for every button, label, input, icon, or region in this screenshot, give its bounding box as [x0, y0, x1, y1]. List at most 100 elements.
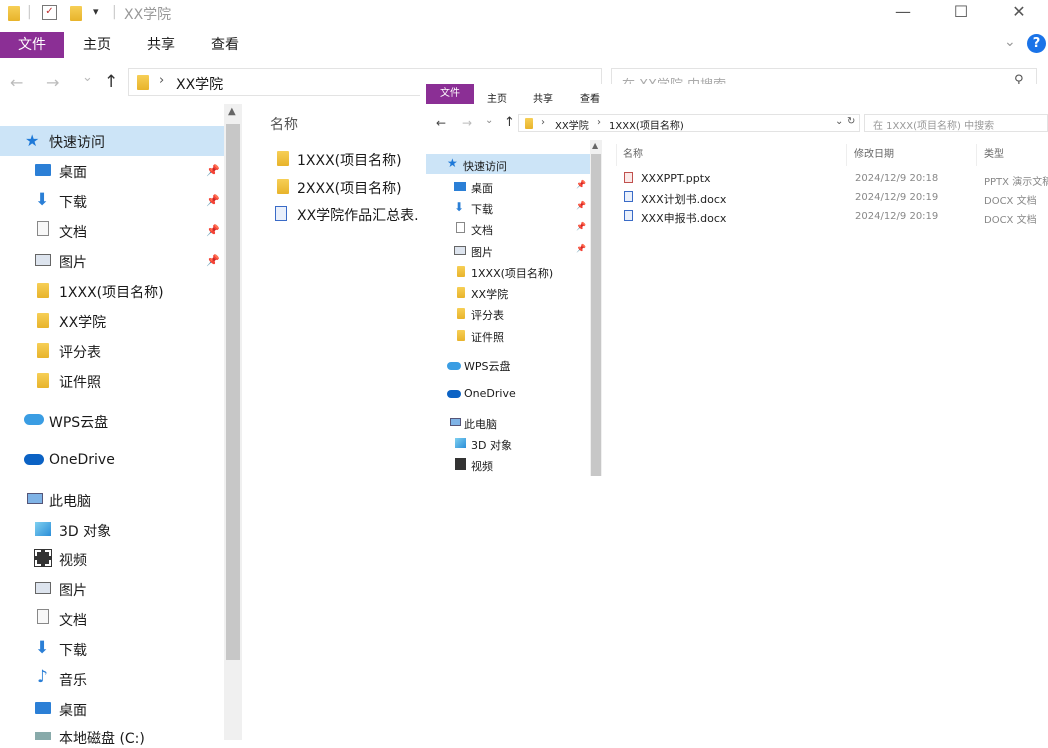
customize-toolbar-icon[interactable]: ▾: [93, 5, 99, 18]
sidebar-item-music[interactable]: 音乐: [59, 670, 87, 690]
3d-objects-icon: [455, 438, 466, 448]
sidebar-item-downloads[interactable]: 下载: [59, 192, 87, 212]
tab-home[interactable]: 主页: [70, 32, 124, 58]
sidebar-item-downloads[interactable]: 下载: [471, 201, 493, 217]
breadcrumb-item[interactable]: XX学院: [555, 117, 589, 132]
document-icon: [37, 221, 49, 236]
pin-icon[interactable]: 📌: [576, 222, 586, 231]
breadcrumb-item[interactable]: 1XXX(项目名称): [609, 117, 684, 132]
table-row[interactable]: XXXPPT.pptx 2024/12/9 20:18 PPTX 演示文稿: [618, 170, 1048, 188]
sidebar-item-pictures[interactable]: 图片: [59, 252, 87, 272]
maximize-button[interactable]: ☐: [938, 0, 984, 26]
column-header-date[interactable]: 修改日期: [854, 145, 894, 160]
sidebar-item-folder[interactable]: XX学院: [471, 286, 508, 302]
sidebar-item-desktop[interactable]: 桌面: [59, 162, 87, 182]
refresh-icon[interactable]: ↻: [847, 116, 855, 127]
search-input[interactable]: 在 1XXX(项目名称) 中搜索: [873, 117, 994, 132]
sidebar-item-folder[interactable]: 证件照: [59, 372, 101, 392]
scroll-thumb[interactable]: [226, 124, 240, 660]
tab-view[interactable]: 查看: [198, 32, 252, 58]
tab-file[interactable]: 文件: [0, 32, 64, 58]
sidebar-item-3d[interactable]: 3D 对象: [59, 521, 111, 541]
file-name[interactable]: XXXPPT.pptx: [641, 172, 711, 185]
sidebar-item-this-pc[interactable]: 此电脑: [464, 416, 497, 432]
recent-locations-button[interactable]: ⌄: [82, 70, 93, 85]
tab-view[interactable]: 查看: [580, 90, 600, 105]
picture-icon: [35, 582, 51, 594]
sidebar-item-folder[interactable]: 评分表: [471, 307, 504, 323]
sidebar-item-folder[interactable]: XX学院: [59, 312, 106, 332]
sidebar-item-quick-access[interactable]: 快速访问: [49, 132, 105, 152]
sidebar-item-onedrive[interactable]: OneDrive: [49, 452, 115, 468]
help-icon[interactable]: ?: [1027, 34, 1046, 53]
back-button[interactable]: ←: [436, 116, 446, 130]
recent-locations-button[interactable]: ⌄: [485, 115, 493, 126]
sidebar-item-videos[interactable]: 视频: [59, 550, 87, 570]
pin-icon[interactable]: 📌: [206, 224, 220, 237]
chevron-down-icon[interactable]: ⌄: [835, 116, 843, 127]
sidebar-item-wps[interactable]: WPS云盘: [464, 358, 511, 374]
sidebar-item-3d[interactable]: 3D 对象: [471, 437, 512, 453]
sidebar-item-folder[interactable]: 1XXX(项目名称): [471, 265, 553, 281]
close-button[interactable]: ✕: [996, 0, 1042, 26]
sidebar-item-desktop-pc[interactable]: 桌面: [59, 700, 87, 720]
table-row[interactable]: XXX计划书.docx 2024/12/9 20:19 DOCX 文档: [618, 189, 1048, 207]
pin-icon[interactable]: 📌: [576, 180, 586, 189]
scroll-up-icon[interactable]: ▲: [592, 141, 598, 150]
drive-icon: [35, 732, 51, 740]
sidebar-item-downloads-pc[interactable]: 下载: [59, 640, 87, 660]
pin-icon[interactable]: 📌: [576, 201, 586, 210]
desktop-icon: [35, 164, 51, 176]
tab-share[interactable]: 共享: [533, 90, 553, 105]
address-bar[interactable]: › XX学院 › 1XXX(项目名称) ⌄ ↻: [518, 114, 860, 132]
back-button[interactable]: ←: [10, 73, 23, 92]
computer-icon: [450, 418, 461, 426]
new-folder-icon[interactable]: [70, 6, 82, 21]
tab-file[interactable]: 文件: [426, 84, 474, 104]
column-header-name[interactable]: 名称: [623, 145, 643, 160]
sidebar-item-folder[interactable]: 1XXX(项目名称): [59, 282, 164, 302]
tab-share[interactable]: 共享: [134, 32, 188, 58]
sidebar-item-pictures-pc[interactable]: 图片: [59, 580, 87, 600]
list-item[interactable]: 2XXX(项目名称): [297, 178, 402, 198]
sidebar-item-videos[interactable]: 视频: [471, 458, 493, 474]
pin-icon[interactable]: 📌: [206, 194, 220, 207]
onedrive-icon: [24, 454, 44, 465]
pin-icon[interactable]: 📌: [576, 244, 586, 253]
pin-icon[interactable]: 📌: [206, 254, 220, 267]
chevron-down-icon[interactable]: ⌄: [1004, 34, 1016, 50]
forward-button[interactable]: →: [462, 116, 472, 130]
minimize-button[interactable]: —: [880, 0, 926, 26]
forward-button[interactable]: →: [46, 73, 59, 92]
sidebar-item-folder[interactable]: 证件照: [471, 329, 504, 345]
breadcrumb[interactable]: XX学院: [176, 74, 223, 94]
column-header-type[interactable]: 类型: [984, 145, 1004, 160]
sidebar-item-documents[interactable]: 文档: [471, 222, 493, 238]
search-box[interactable]: 在 1XXX(项目名称) 中搜索: [864, 114, 1048, 132]
chevron-right-icon: ›: [159, 73, 165, 88]
sidebar-item-desktop[interactable]: 桌面: [471, 180, 493, 196]
pin-icon[interactable]: 📌: [206, 164, 220, 177]
sidebar-item-quick-access[interactable]: 快速访问: [463, 158, 507, 174]
sidebar-item-folder[interactable]: 评分表: [59, 342, 101, 362]
sidebar-item-onedrive[interactable]: OneDrive: [464, 387, 516, 400]
sidebar-item-wps[interactable]: WPS云盘: [49, 412, 108, 432]
scroll-thumb[interactable]: [591, 154, 601, 476]
list-item[interactable]: 1XXX(项目名称): [297, 150, 402, 170]
up-button[interactable]: ↑: [104, 72, 118, 92]
star-icon: ★: [25, 131, 40, 150]
sidebar-item-documents[interactable]: 文档: [59, 222, 87, 242]
tab-home[interactable]: 主页: [487, 90, 507, 105]
sidebar-item-this-pc[interactable]: 此电脑: [49, 491, 91, 511]
up-button[interactable]: ↑: [504, 115, 515, 130]
file-name[interactable]: XXX计划书.docx: [641, 191, 726, 207]
file-name[interactable]: XXX申报书.docx: [641, 210, 726, 226]
scroll-up-icon[interactable]: ▲: [228, 106, 236, 117]
sidebar-item-pictures[interactable]: 图片: [471, 244, 493, 260]
properties-icon[interactable]: ✓: [42, 5, 57, 20]
sidebar-item-drive-c[interactable]: 本地磁盘 (C:): [59, 728, 145, 748]
sidebar-item-documents-pc[interactable]: 文档: [59, 610, 87, 630]
table-row[interactable]: XXX申报书.docx 2024/12/9 20:19 DOCX 文档: [618, 208, 1048, 226]
column-header-name[interactable]: 名称: [270, 114, 298, 134]
list-item[interactable]: XX学院作品汇总表.: [297, 205, 419, 225]
